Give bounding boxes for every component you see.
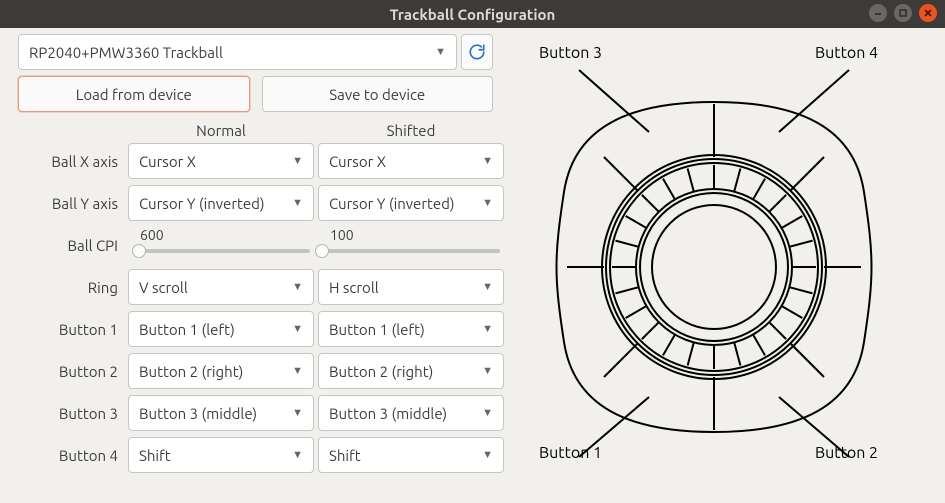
button-1-shifted-select[interactable]: Button 1 (left)▼ [318, 311, 504, 347]
ball-x-normal-select[interactable]: Cursor X▼ [128, 143, 314, 179]
diagram-label-button-3: Button 3 [539, 44, 602, 62]
button-4-normal-select[interactable]: Shift▼ [128, 437, 314, 473]
row-label-ball-x: Ball X axis [18, 153, 124, 170]
ring-shifted-select[interactable]: H scroll▼ [318, 269, 504, 305]
cpi-normal-value: 600 [140, 227, 164, 243]
ball-y-normal-select[interactable]: Cursor Y (inverted)▼ [128, 185, 314, 221]
titlebar: Trackball Configuration [0, 0, 945, 28]
window-title: Trackball Configuration [0, 6, 945, 23]
chevron-down-icon: ▼ [292, 197, 303, 209]
save-to-device-button[interactable]: Save to device [262, 76, 494, 112]
button-2-shifted-select[interactable]: Button 2 (right)▼ [318, 353, 504, 389]
cpi-shifted-value: 100 [330, 227, 354, 243]
row-label-button-1: Button 1 [18, 321, 124, 338]
window-close-button[interactable] [919, 4, 937, 22]
chevron-down-icon: ▼ [482, 155, 493, 167]
load-button-label: Load from device [76, 86, 192, 103]
chevron-down-icon: ▼ [292, 155, 303, 167]
slider-handle[interactable] [132, 244, 146, 258]
row-label-ring: Ring [18, 279, 124, 296]
chevron-down-icon: ▼ [482, 449, 493, 461]
row-label-button-2: Button 2 [18, 363, 124, 380]
ball-cpi-shifted-slider[interactable]: 100 [318, 227, 504, 263]
chevron-down-icon: ▼ [292, 323, 303, 335]
ball-y-shifted-select[interactable]: Cursor Y (inverted)▼ [318, 185, 504, 221]
button-2-normal-select[interactable]: Button 2 (right)▼ [128, 353, 314, 389]
button-3-shifted-select[interactable]: Button 3 (middle)▼ [318, 395, 504, 431]
chevron-down-icon: ▼ [292, 281, 303, 293]
ball-cpi-normal-slider[interactable]: 600 [128, 227, 314, 263]
chevron-down-icon: ▼ [482, 323, 493, 335]
chevron-down-icon: ▼ [482, 197, 493, 209]
chevron-down-icon: ▼ [435, 46, 446, 58]
chevron-down-icon: ▼ [292, 449, 303, 461]
chevron-down-icon: ▼ [292, 365, 303, 377]
chevron-down-icon: ▼ [482, 365, 493, 377]
load-from-device-button[interactable]: Load from device [18, 76, 250, 112]
window-minimize-button[interactable] [869, 4, 887, 22]
row-label-ball-cpi: Ball CPI [18, 237, 124, 254]
slider-handle[interactable] [315, 244, 329, 258]
row-label-button-3: Button 3 [18, 405, 124, 422]
device-select[interactable]: RP2040+PMW3360 Trackball ▼ [18, 34, 457, 70]
refresh-button[interactable] [461, 34, 493, 70]
row-label-ball-y: Ball Y axis [18, 195, 124, 212]
window-maximize-button[interactable] [894, 4, 912, 22]
chevron-down-icon: ▼ [482, 407, 493, 419]
save-button-label: Save to device [329, 86, 425, 103]
chevron-down-icon: ▼ [292, 407, 303, 419]
button-4-shifted-select[interactable]: Shift▼ [318, 437, 504, 473]
button-3-normal-select[interactable]: Button 3 (middle)▼ [128, 395, 314, 431]
ball-x-shifted-select[interactable]: Cursor X▼ [318, 143, 504, 179]
device-select-value: RP2040+PMW3360 Trackball [29, 44, 223, 61]
chevron-down-icon: ▼ [482, 281, 493, 293]
column-header-normal: Normal [128, 118, 314, 143]
ring-normal-select[interactable]: V scroll▼ [128, 269, 314, 305]
column-header-shifted: Shifted [318, 118, 504, 143]
trackball-diagram [509, 62, 919, 472]
row-label-button-4: Button 4 [18, 447, 124, 464]
button-1-normal-select[interactable]: Button 1 (left)▼ [128, 311, 314, 347]
diagram-label-button-4: Button 4 [815, 44, 878, 62]
